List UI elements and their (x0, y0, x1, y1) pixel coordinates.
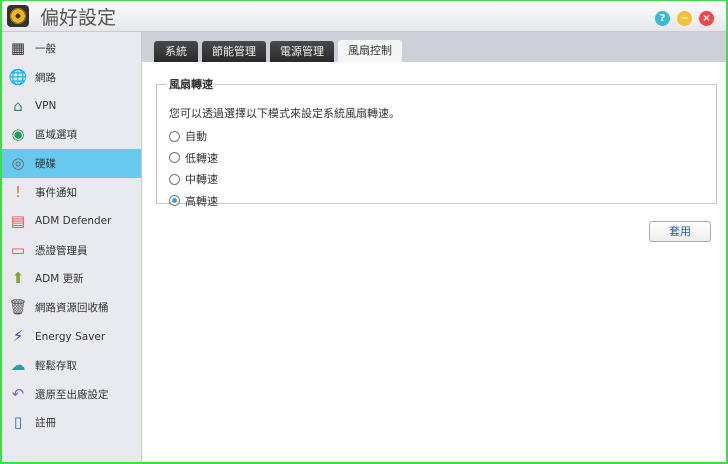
radio-button[interactable] (169, 152, 180, 163)
disk-icon: ◎ (11, 154, 25, 173)
window-title: 偏好設定 (40, 7, 117, 29)
sidebar-item[interactable]: ▦ 一般 (2, 34, 141, 63)
sidebar-item[interactable]: ▤ ADM Defender (2, 207, 141, 236)
server-icon: ▦ (10, 39, 26, 57)
title-bar: 偏好設定 ? − × (2, 1, 726, 32)
sidebar-item[interactable]: ◎ 硬碟 (2, 149, 141, 179)
firewall-icon: ▤ (10, 211, 26, 230)
undo-icon: ↶ (11, 384, 25, 403)
main-panel: 系統 節能管理 電源管理 風扇控制 風扇轉速 您可以透過選擇以下模式來設定系統風… (142, 32, 726, 462)
fan-description: 您可以透過選擇以下模式來設定系統風扇轉速。 (169, 107, 400, 120)
sidebar-item-label: ADM Defender (35, 215, 112, 228)
tab-system[interactable]: 系統 (154, 41, 198, 62)
sidebar-item[interactable]: ⬆ ADM 更新 (2, 264, 141, 293)
sidebar-item-label: ADM 更新 (35, 273, 84, 286)
cloud-upload-icon: ☁ (10, 355, 26, 374)
sidebar-item[interactable]: 🗑 網路資源回收桶 (2, 293, 141, 322)
sidebar-item[interactable]: ! 事件通知 (2, 178, 141, 207)
fan-speed-group: 風扇轉速 您可以透過選擇以下模式來設定系統風扇轉速。 自動低轉速中轉速高轉速 (156, 76, 717, 208)
fan-speed-radio[interactable]: 低轉速 (169, 150, 218, 166)
close-icon[interactable]: × (699, 11, 714, 26)
sidebar-item[interactable]: ▯ 註冊 (2, 408, 141, 437)
region-globe-icon: ◉ (11, 125, 25, 144)
radio-button[interactable] (169, 130, 180, 142)
sidebar-item-label: 網路資源回收桶 (35, 302, 109, 315)
help-icon[interactable]: ? (655, 11, 670, 26)
sidebar-item[interactable]: ☁ 輕鬆存取 (2, 351, 141, 380)
sidebar-item[interactable]: ↶ 還原至出廠設定 (2, 380, 141, 409)
radio-button[interactable] (169, 195, 180, 206)
alert-icon: ! (14, 183, 21, 201)
radio-label: 中轉速 (185, 173, 218, 186)
sidebar-item-label: 註冊 (35, 417, 56, 430)
sidebar-item-label: Energy Saver (35, 330, 106, 343)
trash-icon: 🗑 (8, 298, 28, 317)
update-arrow-icon: ⬆ (11, 269, 25, 288)
fan-speed-radio[interactable]: 自動 (169, 128, 207, 144)
fan-speed-radio[interactable]: 中轉速 (169, 171, 218, 187)
sidebar-item[interactable]: ▭ 憑證管理員 (2, 236, 141, 265)
app-logo-icon (7, 5, 29, 27)
sidebar-item-label: 輕鬆存取 (35, 359, 77, 372)
tab-fan-control[interactable]: 風扇控制 (338, 40, 402, 62)
fan-speed-radio[interactable]: 高轉速 (169, 193, 218, 209)
radio-label: 自動 (185, 130, 207, 143)
house-network-icon: ⌂ (13, 96, 23, 115)
radio-button[interactable] (169, 173, 180, 185)
preferences-window: 偏好設定 ? − × ▦ 一般 🌐 網路 ⌂ VPN ◉ 區域選項 ◎ 硬碟! 事件通知 ▤ ADM D… (0, 0, 728, 464)
apply-button[interactable]: 套用 (649, 221, 711, 242)
sidebar-item[interactable]: ⚡ Energy Saver (2, 322, 141, 351)
radio-label: 低轉速 (185, 151, 218, 165)
sidebar-item[interactable]: ⌂ VPN (2, 92, 141, 121)
radio-label: 高轉速 (185, 194, 218, 208)
sidebar-item-label: 事件通知 (35, 187, 77, 199)
minimize-icon[interactable]: − (677, 11, 692, 26)
register-icon: ▯ (13, 413, 23, 432)
sidebar-item-label: 區域選項 (35, 129, 77, 142)
sidebar-item-label: 硬碟 (35, 158, 56, 171)
tab-power-saving[interactable]: 節能管理 (202, 41, 266, 62)
tab-power-management[interactable]: 電源管理 (270, 41, 334, 62)
tab-strip: 系統 節能管理 電源管理 風扇控制 (142, 32, 726, 62)
sidebar-item[interactable]: 🌐 網路 (2, 63, 141, 92)
fan-speed-legend: 風扇轉速 (169, 78, 213, 91)
lightning-icon: ⚡ (12, 327, 24, 345)
globe-icon: 🌐 (8, 67, 28, 86)
sidebar-item-label: VPN (35, 100, 57, 113)
sidebar-item-label: 還原至出廠設定 (35, 388, 109, 401)
certificate-icon: ▭ (10, 240, 26, 259)
sidebar-item[interactable]: ◉ 區域選項 (2, 120, 141, 149)
sidebar-item-label: 憑證管理員 (35, 244, 88, 257)
sidebar-item-label: 一般 (35, 43, 56, 55)
sidebar: ▦ 一般 🌐 網路 ⌂ VPN ◉ 區域選項 ◎ 硬碟! 事件通知 ▤ ADM Defender ▭ 憑證管… (2, 32, 142, 462)
sidebar-item-label: 網路 (35, 71, 56, 84)
